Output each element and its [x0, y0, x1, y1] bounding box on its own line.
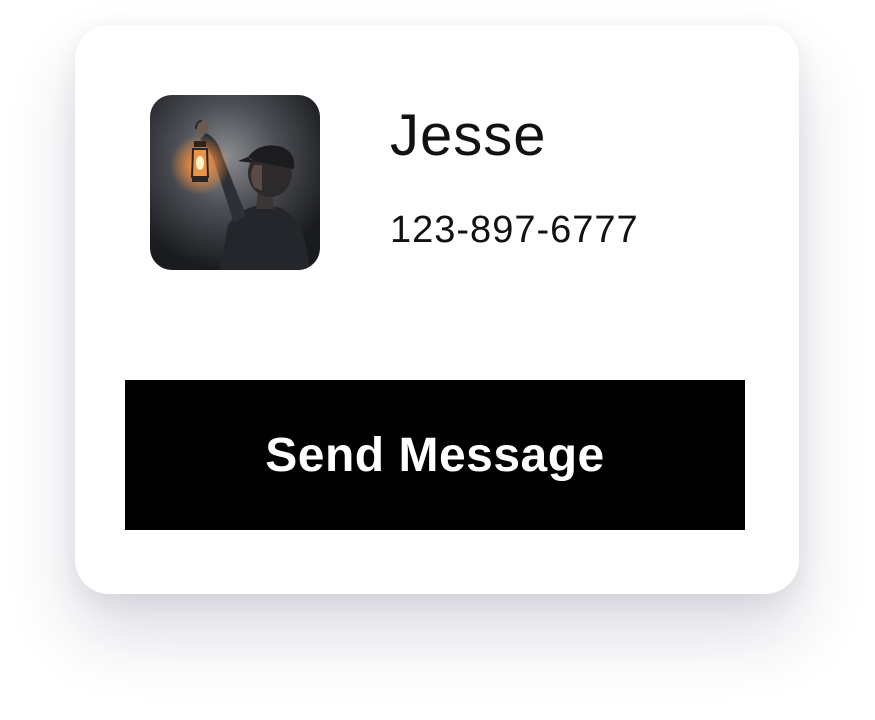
- send-message-label: Send Message: [265, 428, 605, 482]
- contact-card: Jesse 123-897-6777 Send Message: [75, 25, 799, 594]
- send-message-button[interactable]: Send Message: [125, 380, 745, 530]
- contact-phone: 123-897-6777: [390, 209, 639, 251]
- page: Jesse 123-897-6777 Send Message: [0, 0, 875, 720]
- avatar: [150, 95, 320, 270]
- avatar-photo: [150, 95, 320, 270]
- contact-name: Jesse: [390, 103, 547, 168]
